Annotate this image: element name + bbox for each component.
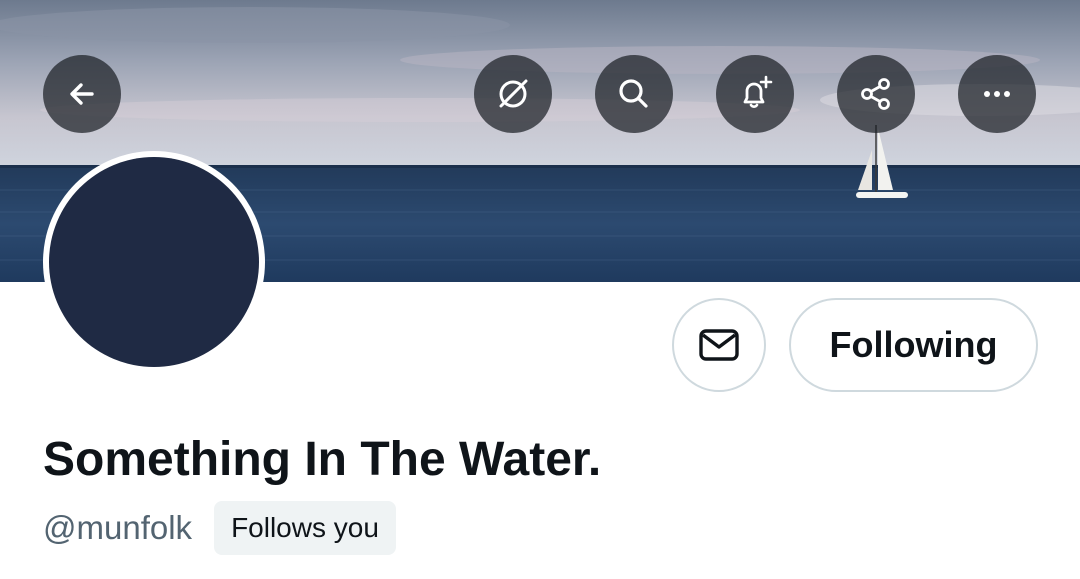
bell-plus-icon	[743, 75, 773, 108]
notify-button[interactable]	[716, 55, 794, 133]
arrow-left-icon	[70, 83, 94, 105]
share-button[interactable]	[837, 55, 915, 133]
handle-row: @munfolk Follows you	[43, 500, 396, 556]
following-button[interactable]: Following	[789, 298, 1038, 392]
grok-icon	[499, 79, 528, 108]
share-icon	[861, 78, 890, 110]
envelope-icon	[699, 329, 739, 361]
back-button[interactable]	[43, 55, 121, 133]
avatar-frame[interactable]	[43, 151, 265, 373]
following-label: Following	[829, 324, 998, 365]
search-button[interactable]	[595, 55, 673, 133]
more-icon	[984, 91, 1010, 97]
follows-you-badge: Follows you	[214, 501, 396, 555]
message-button[interactable]	[672, 298, 766, 392]
user-handle: @munfolk	[43, 509, 193, 546]
grok-button[interactable]	[474, 55, 552, 133]
more-button[interactable]	[958, 55, 1036, 133]
search-icon	[619, 79, 648, 108]
display-name: Something In The Water.	[43, 433, 602, 486]
avatar[interactable]	[49, 157, 259, 367]
